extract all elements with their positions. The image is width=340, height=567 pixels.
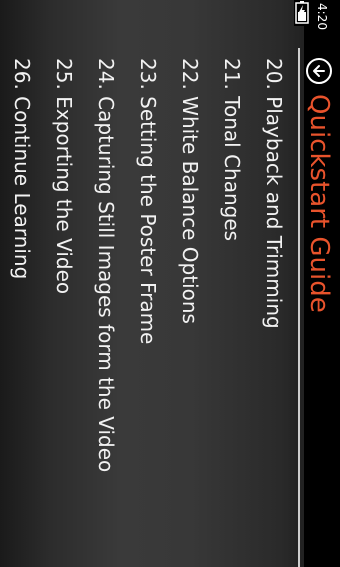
back-arrow-icon [313, 65, 325, 77]
list-item-23[interactable]: 23. Setting the Poster Frame [132, 58, 164, 344]
list-item-26[interactable]: 26. Continue Learning [6, 58, 38, 279]
list-item-20[interactable]: 20. Playback and Trimming [258, 58, 290, 329]
app-screen: 4:20 Quickstart Guide 20. Playback and T… [0, 0, 340, 567]
list-item-24[interactable]: 24. Capturing Still Images form the Vide… [90, 58, 122, 472]
list-item-22[interactable]: 22. White Balance Options [174, 58, 206, 324]
back-button[interactable] [306, 58, 332, 84]
page-title: Quickstart Guide [304, 94, 334, 313]
header: Quickstart Guide [300, 58, 340, 558]
list-item-21[interactable]: 21. Tonal Changes [216, 58, 248, 241]
clock: 4:20 [315, 2, 329, 30]
chapter-list: 20. Playback and Trimming 21. Tonal Chan… [0, 58, 290, 567]
battery-charging-icon [294, 0, 310, 26]
list-item-25[interactable]: 25. Exporting the Video [48, 58, 80, 294]
